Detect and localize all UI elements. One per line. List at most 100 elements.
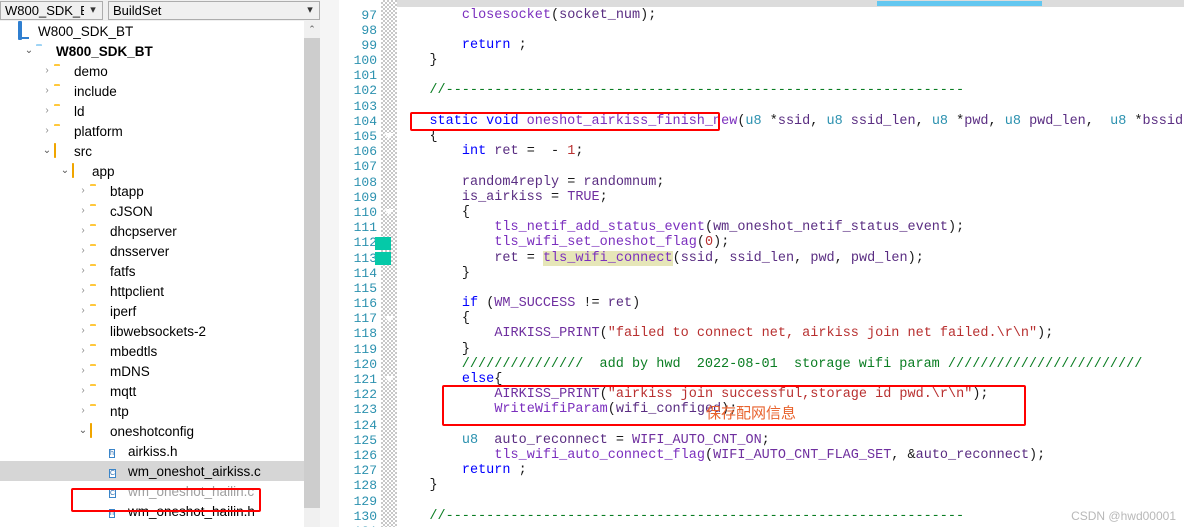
tree-item-httpclient[interactable]: › httpclient — [0, 281, 320, 301]
folder-open-icon — [90, 423, 106, 439]
code-line[interactable]: return ; — [397, 38, 1184, 53]
tree-item-dhcpserver[interactable]: › dhcpserver — [0, 221, 320, 241]
code-editor[interactable]: 97 98 99 100 101 102 103 104 105 106 107 108 109 110 1… — [339, 0, 1184, 527]
code-line[interactable]: tls_wifi_set_oneshot_flag(0); — [397, 235, 1184, 250]
code-line[interactable]: tls_netif_add_status_event(wm_oneshot_ne… — [397, 220, 1184, 235]
disclosure-triangle-icon[interactable]: › — [40, 126, 54, 136]
code-line[interactable]: tls_wifi_auto_connect_flag(WIFI_AUTO_CNT… — [397, 448, 1184, 463]
line-number: 116 — [353, 296, 377, 312]
explorer-scrollbar[interactable]: ⌃ — [304, 21, 320, 527]
project-select[interactable]: W800_SDK_BT ▾ — [0, 1, 103, 20]
code-line[interactable]: } — [397, 266, 1184, 281]
line-number: 105 — [353, 129, 377, 144]
code-text-area[interactable]: closesocket(socket_num); return ; } //--… — [397, 0, 1184, 527]
fold-collapse-icon[interactable] — [383, 375, 395, 384]
code-line[interactable]: { — [397, 205, 1184, 220]
disclosure-triangle-icon[interactable]: › — [76, 186, 90, 196]
disclosure-triangle-icon[interactable]: › — [40, 86, 54, 96]
disclosure-triangle-icon[interactable]: ⌄ — [76, 426, 90, 436]
line-number: 110 — [353, 204, 377, 220]
panel-divider[interactable] — [320, 0, 340, 527]
tree-item-fatfs[interactable]: › fatfs — [0, 261, 320, 281]
disclosure-triangle-icon[interactable]: ⌄ — [40, 146, 54, 156]
disclosure-triangle-icon[interactable]: › — [76, 206, 90, 216]
tree-item-label: demo — [74, 63, 108, 79]
tree-item-w800-sdk-bt[interactable]: W800_SDK_BT — [0, 21, 320, 41]
line-number: 107 — [353, 159, 377, 175]
disclosure-triangle-icon[interactable]: › — [76, 366, 90, 376]
tree-item-iperf[interactable]: › iperf — [0, 301, 320, 321]
code-line[interactable]: random4reply = randomnum; — [397, 175, 1184, 190]
folder-icon — [90, 183, 106, 199]
buildset-select[interactable]: BuildSet ▾ — [108, 1, 320, 20]
line-number: 97 — [361, 7, 377, 23]
tree-item-app[interactable]: ⌄ app — [0, 161, 320, 181]
disclosure-triangle-icon[interactable]: › — [76, 266, 90, 276]
code-line[interactable]: return ; — [397, 463, 1184, 478]
tree-item-demo[interactable]: › demo — [0, 61, 320, 81]
disclosure-triangle-icon[interactable]: › — [76, 406, 90, 416]
code-line[interactable]: if (WM_SUCCESS != ret) — [397, 296, 1184, 311]
code-line[interactable]: //--------------------------------------… — [397, 509, 1184, 524]
disclosure-triangle-icon[interactable]: ⌄ — [58, 166, 72, 176]
code-line[interactable]: { — [397, 311, 1184, 326]
fold-collapse-icon[interactable] — [383, 208, 395, 217]
code-line[interactable]: AIRKISS_PRINT("failed to connect net, ai… — [397, 326, 1184, 341]
tree-item-platform[interactable]: › platform — [0, 121, 320, 141]
scroll-up-icon[interactable]: ⌃ — [304, 21, 320, 38]
code-line[interactable] — [397, 281, 1184, 296]
tree-item-label: dhcpserver — [110, 223, 177, 239]
tree-item-libwebsockets-2[interactable]: › libwebsockets-2 — [0, 321, 320, 341]
disclosure-triangle-icon[interactable]: › — [76, 386, 90, 396]
tree-item-mdns[interactable]: › mDNS — [0, 361, 320, 381]
folder-icon — [90, 323, 106, 339]
code-line[interactable]: is_airkiss = TRUE; — [397, 190, 1184, 205]
code-line[interactable] — [397, 159, 1184, 174]
annotation-note-chinese: 保存配网信息 — [706, 403, 797, 422]
line-number: 119 — [353, 341, 377, 357]
project-tree[interactable]: W800_SDK_BT ⌄ W800_SDK_BT › demo › include › ld ›… — [0, 21, 320, 527]
tree-item-w800-sdk-bt[interactable]: ⌄ W800_SDK_BT — [0, 41, 320, 61]
code-line[interactable] — [397, 494, 1184, 509]
code-line[interactable] — [397, 68, 1184, 83]
disclosure-triangle-icon[interactable]: › — [76, 286, 90, 296]
tree-item-wm-oneshot-airkiss-c[interactable]: Cwm_oneshot_airkiss.c — [0, 461, 320, 481]
folder-icon — [54, 103, 70, 119]
code-line[interactable]: //--------------------------------------… — [397, 83, 1184, 98]
line-number: 103 — [353, 98, 377, 114]
disclosure-triangle-icon[interactable]: › — [76, 306, 90, 316]
code-line[interactable] — [397, 23, 1184, 38]
code-line[interactable]: ret = tls_wifi_connect(ssid, ssid_len, p… — [397, 250, 1184, 266]
code-line[interactable]: int ret = - 1; — [397, 144, 1184, 159]
fold-collapse-icon[interactable] — [383, 315, 395, 324]
disclosure-triangle-icon[interactable]: › — [76, 246, 90, 256]
code-line[interactable]: closesocket(socket_num); — [397, 8, 1184, 23]
tree-item-include[interactable]: › include — [0, 81, 320, 101]
tree-item-dnsserver[interactable]: › dnsserver — [0, 241, 320, 261]
disclosure-triangle-icon[interactable]: ⌄ — [22, 46, 36, 56]
disclosure-triangle-icon[interactable]: › — [40, 106, 54, 116]
tree-item-airkiss-h[interactable]: h airkiss.h — [0, 441, 320, 461]
project-explorer-panel: W800_SDK_BT ▾ BuildSet ▾ W800_SDK_BT⌄W80… — [0, 0, 320, 527]
tree-item-mbedtls[interactable]: › mbedtls — [0, 341, 320, 361]
scrollbar-thumb[interactable] — [304, 38, 320, 508]
tree-item-btapp[interactable]: › btapp — [0, 181, 320, 201]
disclosure-triangle-icon[interactable]: › — [76, 326, 90, 336]
tree-item-src[interactable]: ⌄ src — [0, 141, 320, 161]
disclosure-triangle-icon[interactable]: › — [40, 66, 54, 76]
disclosure-triangle-icon[interactable]: › — [76, 346, 90, 356]
line-number: 130 — [353, 508, 377, 524]
code-line[interactable]: } — [397, 53, 1184, 68]
tree-item-ld[interactable]: › ld — [0, 101, 320, 121]
code-line[interactable]: } — [397, 342, 1184, 357]
code-line[interactable]: u8 auto_reconnect = WIFI_AUTO_CNT_ON; — [397, 433, 1184, 448]
tree-item-ntp[interactable]: › ntp — [0, 401, 320, 421]
disclosure-triangle-icon[interactable]: › — [76, 226, 90, 236]
tree-item-mqtt[interactable]: › mqtt — [0, 381, 320, 401]
tree-item-cjson[interactable]: › cJSON — [0, 201, 320, 221]
code-line[interactable]: } — [397, 478, 1184, 493]
code-line[interactable]: /////////////// add by hwd 2022-08-01 st… — [397, 357, 1184, 372]
tree-item-oneshotconfig[interactable]: ⌄ oneshotconfig — [0, 421, 320, 441]
fold-collapse-icon[interactable] — [383, 132, 395, 141]
code-line[interactable]: { — [397, 129, 1184, 144]
